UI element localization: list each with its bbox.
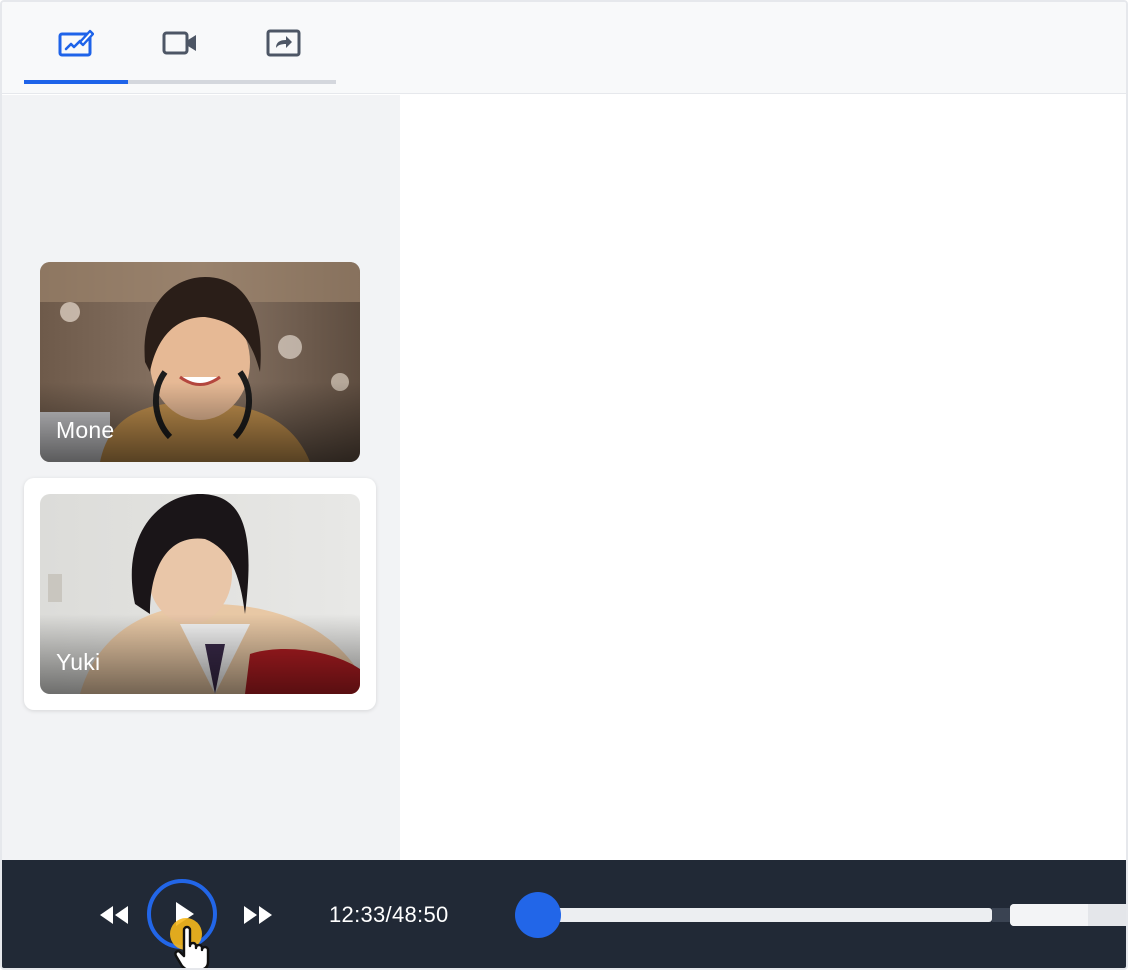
progress-bar[interactable] <box>538 908 992 922</box>
app-window: Mone Yuki 12:33/48:50 <box>0 0 1128 970</box>
participant-sidebar: Mone Yuki <box>2 95 400 860</box>
participant-name: Mone <box>56 417 115 443</box>
fast-forward-icon <box>244 906 272 924</box>
rewind-button[interactable] <box>98 904 130 931</box>
top-toolbar <box>2 2 1126 94</box>
tab-whiteboard[interactable] <box>24 2 128 84</box>
hand-pointer-cursor-icon <box>170 918 210 968</box>
main-content-area[interactable] <box>400 95 1126 860</box>
progress-scrubber-handle[interactable] <box>515 892 561 938</box>
playback-bar: 12:33/48:50 <box>2 860 1126 968</box>
volume-slider[interactable] <box>1010 904 1126 926</box>
whiteboard-pen-icon <box>58 29 94 57</box>
tab-bar <box>24 2 336 94</box>
video-camera-icon <box>162 31 196 55</box>
tab-share-screen[interactable] <box>232 2 336 84</box>
rewind-icon <box>100 906 128 924</box>
fast-forward-button[interactable] <box>242 904 274 931</box>
playback-time: 12:33/48:50 <box>329 902 449 927</box>
progress-bar-end <box>992 908 1010 922</box>
tab-active-indicator <box>24 80 128 84</box>
participant-tile-mone[interactable]: Mone <box>40 262 360 462</box>
participant-name: Yuki <box>56 649 101 675</box>
participant-tile-yuki[interactable]: Yuki <box>40 494 360 694</box>
volume-level <box>1010 904 1088 926</box>
tab-video[interactable] <box>128 2 232 84</box>
share-screen-icon <box>266 29 301 57</box>
